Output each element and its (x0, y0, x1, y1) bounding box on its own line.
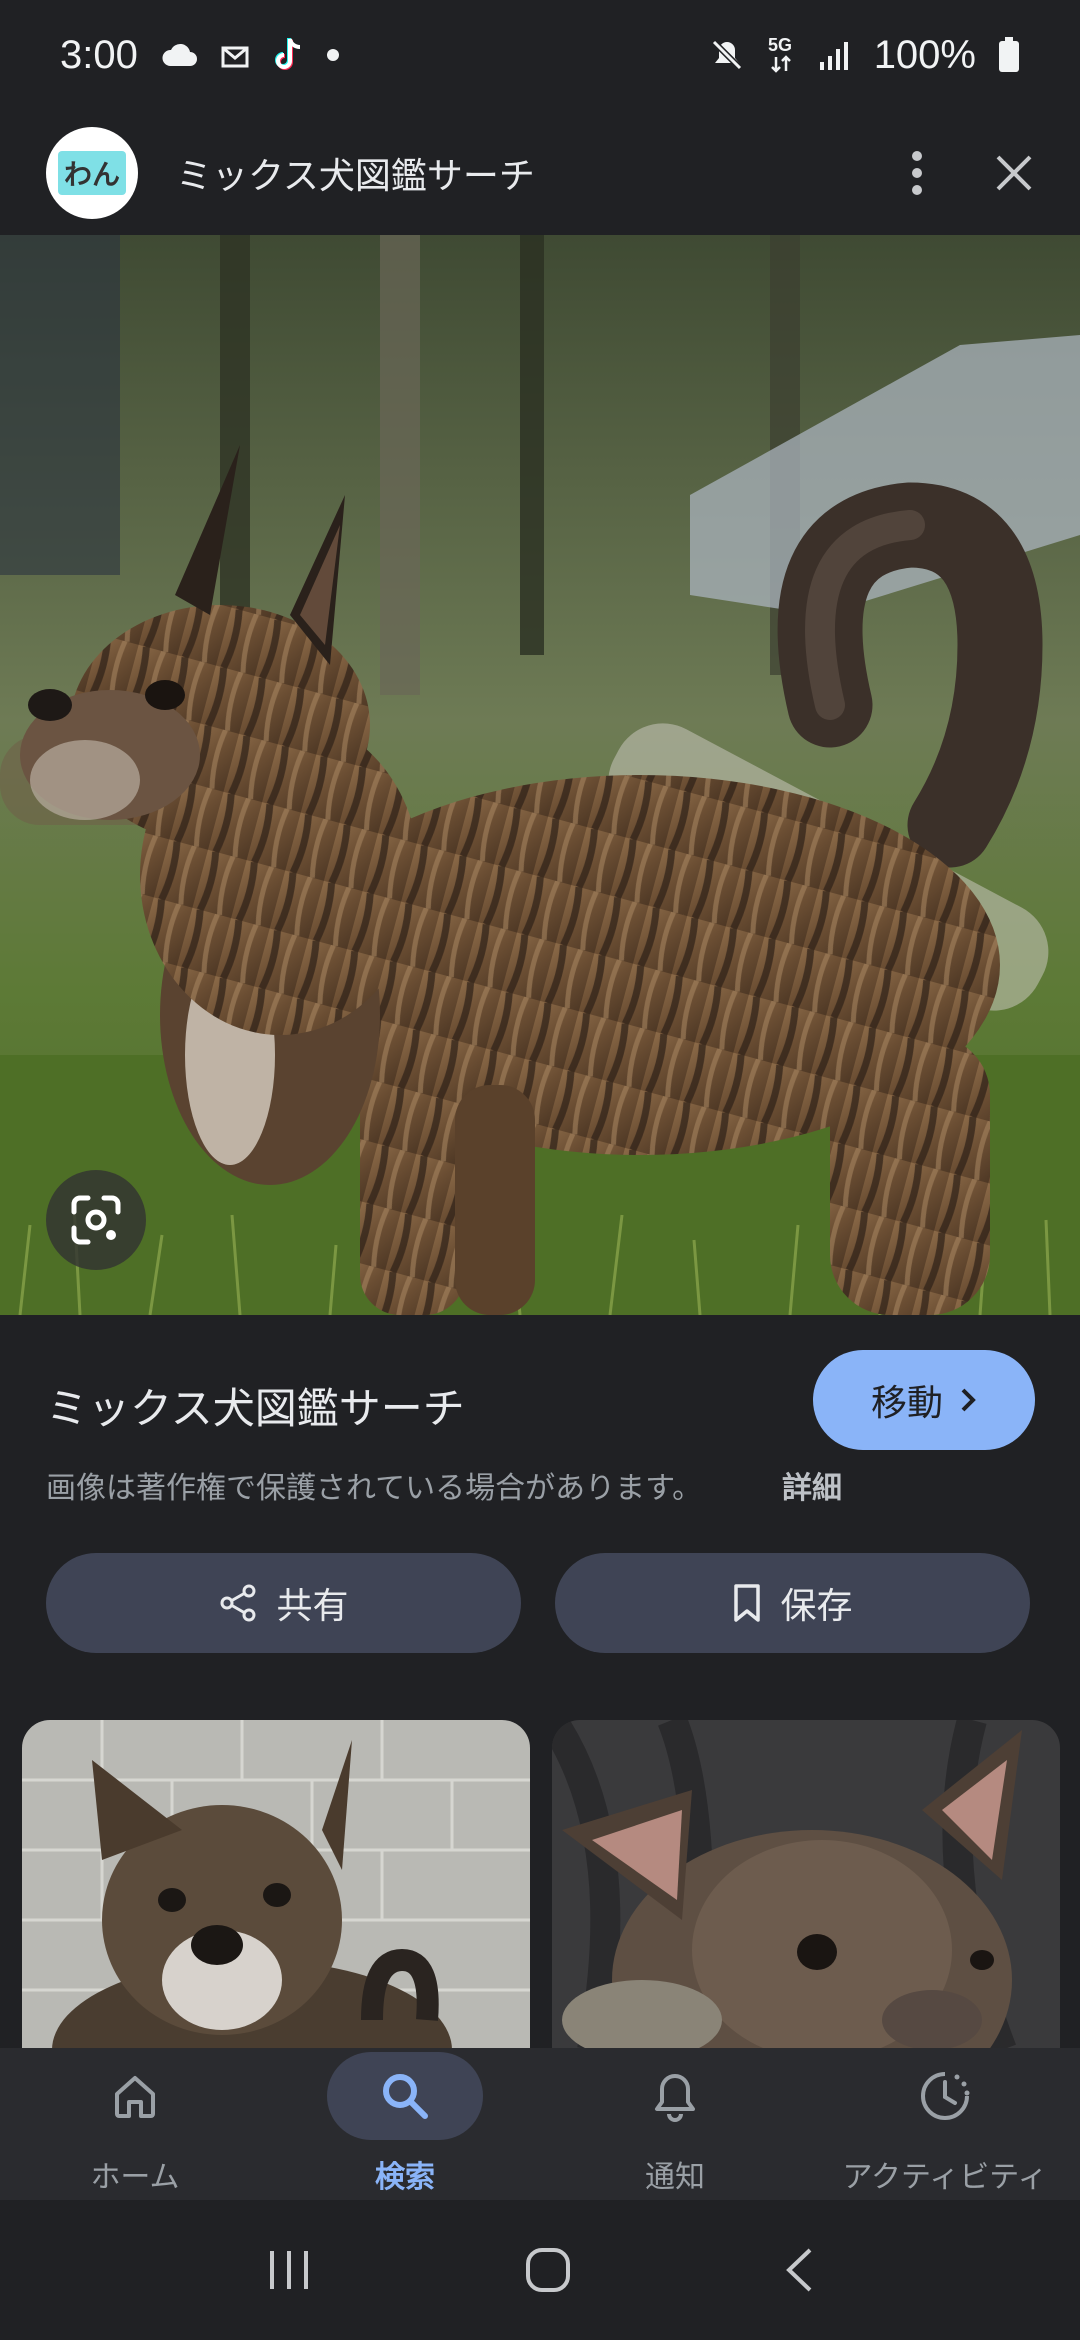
system-status-icons: 5G 100% (710, 33, 1020, 78)
share-label: 共有 (276, 1586, 349, 1627)
svg-text:5G: 5G (768, 35, 792, 55)
site-logo[interactable]: わん (46, 126, 138, 219)
visit-button-label: 移動 (870, 1383, 943, 1424)
status-time: 3:00 (60, 32, 138, 77)
home-button-icon[interactable] (525, 2247, 571, 2293)
nav-notifications[interactable]: 通知 (540, 2048, 810, 2200)
notification-icons (160, 37, 340, 73)
cloud-icon (162, 43, 197, 66)
nav-activity-label: アクティビティ (842, 2160, 1048, 2195)
system-navigation-bar (0, 2200, 1080, 2340)
google-lens-button[interactable] (46, 1170, 146, 1270)
visit-button[interactable]: 移動 (813, 1350, 1035, 1450)
status-bar: 3:00 5G 100% (0, 0, 1080, 110)
dog-photo (0, 235, 1080, 1315)
home-icon (115, 2076, 155, 2118)
puppy-photo (22, 1720, 530, 2050)
puppy-photo (552, 1720, 1060, 2050)
back-icon[interactable] (784, 2247, 814, 2293)
related-image[interactable] (552, 1720, 1060, 2050)
related-image[interactable] (22, 1720, 530, 2050)
nav-home-label: ホーム (90, 2160, 180, 2195)
nav-activity[interactable]: アクティビティ (810, 2048, 1080, 2200)
5g-icon: 5G (768, 35, 792, 73)
signal-icon (819, 42, 848, 70)
nav-home[interactable]: ホーム (0, 2048, 270, 2200)
share-button[interactable]: 共有 (46, 1553, 521, 1653)
battery-icon (999, 37, 1019, 72)
dot-icon (326, 49, 339, 61)
bell-icon (655, 2074, 695, 2122)
share-icon (220, 1584, 256, 1622)
search-icon (383, 2074, 428, 2119)
mute-icon (711, 39, 742, 71)
google-lens-icon (71, 1195, 121, 1245)
close-icon[interactable] (994, 153, 1034, 193)
more-vert-icon[interactable] (910, 150, 924, 196)
details-link[interactable]: 詳細 (782, 1463, 842, 1507)
recent-apps-icon[interactable] (266, 2249, 312, 2291)
activity-icon (921, 2072, 970, 2120)
nav-notifications-label: 通知 (645, 2160, 705, 2195)
save-button[interactable]: 保存 (555, 1553, 1030, 1653)
bookmark-icon (734, 1584, 761, 1622)
battery-percent: 100% (873, 32, 976, 77)
result-header: わん ミックス犬図鑑サーチ (0, 110, 1080, 235)
save-label: 保存 (780, 1586, 853, 1627)
hero-image[interactable] (0, 235, 1080, 1315)
copyright-notice: 画像は著作権で保護されている場合があります。 (46, 1471, 703, 1506)
chevron-right-icon (961, 1388, 976, 1412)
header-title[interactable]: ミックス犬図鑑サーチ (176, 147, 535, 199)
tiktok-icon (274, 38, 300, 70)
nav-search-label: 検索 (375, 2160, 435, 2195)
site-logo-text: わん (57, 150, 126, 195)
source-title: ミックス犬図鑑サーチ (46, 1384, 465, 1433)
mail-icon (221, 46, 249, 68)
nav-search[interactable]: 検索 (270, 2048, 540, 2200)
image-info-panel: ミックス犬図鑑サーチ 移動 画像は著作権で保護されている場合があります。 詳細 … (0, 1315, 1080, 1725)
bottom-navigation: ホーム 検索 通知 アクティビティ (0, 2048, 1080, 2200)
